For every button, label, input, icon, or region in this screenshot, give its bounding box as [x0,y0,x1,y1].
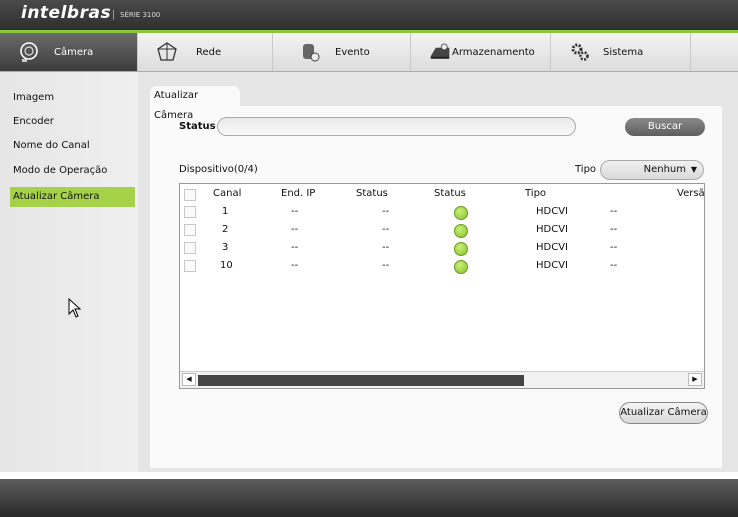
nav-tab-label: Evento [335,46,370,58]
cell-status: -- [382,242,390,253]
cell-canal: 1 [222,206,229,217]
chevron-down-icon: ▼ [690,165,697,174]
scroll-left-icon[interactable]: ◀ [182,373,196,386]
series-label: SÉRIE 3100 [113,10,160,20]
update-camera-button[interactable]: Atualizar Câmera [619,402,708,424]
cell-versao: -- [610,260,618,271]
nav-tab-sistema[interactable]: Sistema [551,33,691,71]
nav-tab-rede[interactable]: Rede [138,33,273,71]
cell-versao: -- [610,224,618,235]
sidebar-item-encoder[interactable]: Encoder [10,112,135,132]
status-indicator-icon [454,260,468,274]
nav-tab-label: Sistema [603,46,644,58]
cell-status: -- [382,206,390,217]
nav-tab-label: Rede [196,46,222,58]
buscar-button[interactable]: Buscar [625,118,705,136]
system-gear-icon [569,41,591,63]
nav-tab-camera[interactable]: Câmera [0,33,138,71]
scroll-right-icon[interactable]: ▶ [688,373,702,386]
sidebar-item-nome-do-canal[interactable]: Nome do Canal [10,136,135,156]
nav-tab-evento[interactable]: Evento [273,33,411,71]
cell-versao: -- [610,206,618,217]
column-header-tipo: Tipo [525,188,547,199]
row-checkbox[interactable] [184,206,196,218]
cell-canal: 10 [220,260,233,271]
cell-ip: -- [291,242,299,253]
storage-icon [429,41,451,63]
nav-tab-label: Câmera [54,46,94,58]
cell-canal: 2 [222,224,229,235]
nav-tab-label: Armazenamento [452,46,535,58]
status-indicator-icon [454,224,468,238]
select-all-checkbox[interactable] [184,189,196,201]
cell-tipo: HDCVI [536,260,568,271]
cell-canal: 3 [222,242,229,253]
mouse-cursor-icon [68,297,82,321]
device-count-label: Dispositivo(0/4) [179,164,258,175]
cell-ip: -- [291,206,299,217]
row-checkbox[interactable] [184,260,196,272]
cell-tipo: HDCVI [536,242,568,253]
sidebar-item-modo-de-operacao[interactable]: Modo de Operação [10,161,135,181]
camera-icon [18,41,40,63]
status-progress-field [217,117,576,136]
cell-ip: -- [291,224,299,235]
event-icon [299,41,321,63]
cell-versao: -- [610,242,618,253]
tab-atualizar-camera[interactable]: Atualizar Câmera [150,86,240,121]
scrollbar-thumb[interactable] [198,375,524,386]
network-icon [156,41,178,63]
cell-status: -- [382,260,390,271]
bottom-bar [0,479,738,517]
status-label: Status [179,121,216,132]
column-header-canal: Canal [213,188,242,199]
device-table: Canal End. IP Status Status Tipo Versã 1… [179,183,705,389]
cell-status: -- [382,224,390,235]
sidebar-item-atualizar-camera[interactable]: Atualizar Câmera [10,187,135,207]
status-indicator-icon [454,206,468,220]
cell-ip: -- [291,260,299,271]
cell-tipo: HDCVI [536,206,568,217]
tipo-select-value: Nenhum [643,164,686,175]
sidebar-item-imagem[interactable]: Imagem [10,88,135,108]
nav-tab-armazenamento[interactable]: Armazenamento [411,33,551,71]
column-header-versao: Versã [677,188,705,199]
sidebar: Imagem Encoder Nome do Canal Modo de Ope… [0,72,138,472]
column-header-status-indicator: Status [434,188,466,199]
horizontal-scrollbar[interactable]: ◀ ▶ [180,371,704,388]
status-indicator-icon [454,242,468,256]
tipo-label: Tipo [575,164,597,175]
column-header-status: Status [356,188,388,199]
row-checkbox[interactable] [184,224,196,236]
cell-tipo: HDCVI [536,224,568,235]
row-checkbox[interactable] [184,242,196,254]
column-header-ip: End. IP [281,188,316,199]
brand-logo: intelbras [21,3,112,23]
tipo-select[interactable]: Nenhum ▼ [600,160,704,180]
